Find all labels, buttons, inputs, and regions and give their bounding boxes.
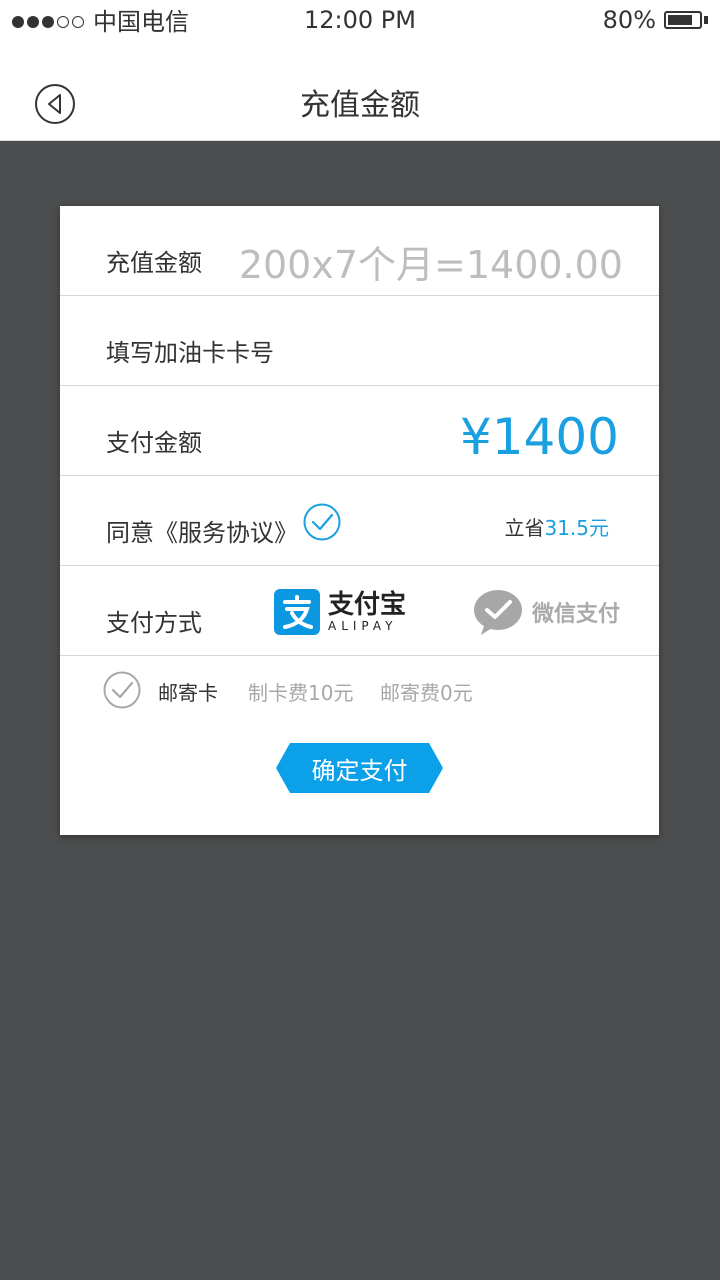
savings-prefix: 立省 xyxy=(504,516,545,540)
card-fee-text: 制卡费10元 xyxy=(248,681,354,705)
recharge-amount-calc: 200x7个月=1400.00 xyxy=(238,243,623,287)
nav-header: 充值金额 xyxy=(0,44,720,141)
mail-card-check-icon[interactable] xyxy=(102,670,142,710)
payment-method-label: 支付方式 xyxy=(106,609,202,637)
battery-indicator: 80% xyxy=(603,6,708,34)
battery-icon xyxy=(664,11,702,29)
payment-method-row: 支付方式 支付宝 ALIPAY 微信支付 xyxy=(60,566,659,656)
pay-amount-label: 支付金额 xyxy=(106,429,202,457)
wechat-pay-label: 微信支付 xyxy=(532,602,621,627)
alipay-option[interactable]: 支付宝 ALIPAY xyxy=(274,588,406,636)
pay-amount-row: 支付金额 ¥1400 xyxy=(60,386,659,476)
mail-card-label: 邮寄卡 xyxy=(158,681,218,705)
status-bar: 中国电信 12:00 PM 80% xyxy=(0,0,720,44)
pay-amount-value: ¥1400 xyxy=(459,408,619,466)
wechat-pay-option[interactable]: 微信支付 xyxy=(472,588,620,636)
agreement-row: 同意《服务协议》 立省31.5元 xyxy=(60,476,659,566)
battery-nub xyxy=(704,16,708,24)
battery-percent: 80% xyxy=(602,6,656,34)
card-number-row[interactable]: 填写加油卡卡号 xyxy=(60,296,659,386)
recharge-card: 充值金额 200x7个月=1400.00 填写加油卡卡号 支付金额 ¥1400 … xyxy=(60,206,659,835)
mail-card-row: 邮寄卡 制卡费10元 邮寄费0元 xyxy=(60,656,659,720)
agreement-link[interactable]: 同意《服务协议》 xyxy=(106,513,298,548)
recharge-amount-label: 充值金额 xyxy=(106,249,202,277)
wechat-pay-icon xyxy=(474,590,522,635)
agree-check-icon[interactable] xyxy=(302,502,342,542)
alipay-english-label: ALIPAY xyxy=(328,619,398,633)
savings-text: 立省31.5元 xyxy=(504,512,609,541)
alipay-icon xyxy=(274,589,320,635)
confirm-payment-button[interactable]: 确定支付 xyxy=(276,743,443,793)
card-number-field[interactable]: 填写加油卡卡号 xyxy=(106,333,274,368)
postage-fee-text: 邮寄费0元 xyxy=(380,681,473,705)
alipay-label: 支付宝 xyxy=(328,590,407,620)
recharge-amount-row: 充值金额 200x7个月=1400.00 xyxy=(60,206,659,296)
savings-amount: 31.5元 xyxy=(544,516,609,540)
page-title: 充值金额 xyxy=(300,88,420,123)
